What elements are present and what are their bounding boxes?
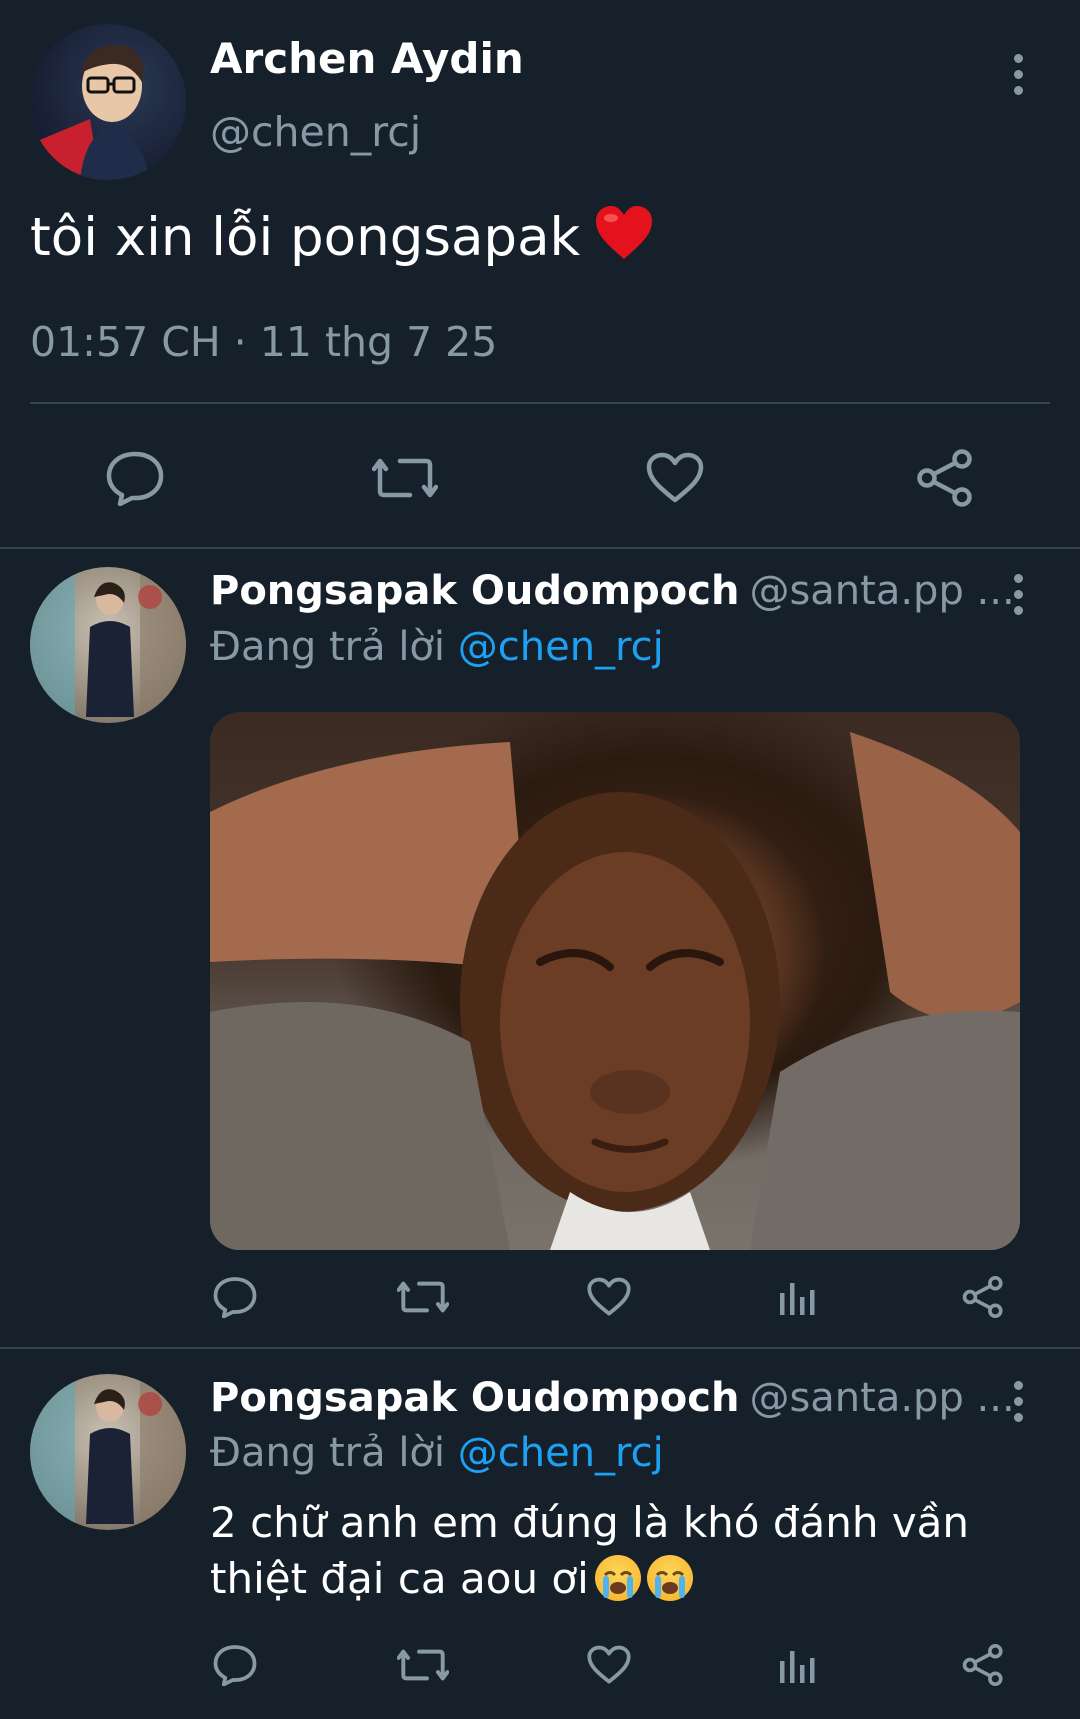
- reply-author-line: Pongsapak Oudompoch @santa.pp ...: [210, 1375, 1015, 1421]
- reply-text: 2 chữ anh em đúng là khó đánh vần thiệt …: [210, 1495, 1030, 1607]
- like-icon[interactable]: [584, 1272, 634, 1322]
- share-icon[interactable]: [958, 1640, 1008, 1690]
- replying-prefix: Đang trả lời: [210, 1430, 446, 1476]
- share-icon[interactable]: [958, 1272, 1008, 1322]
- retweet-icon[interactable]: [396, 1640, 450, 1690]
- tweet-timestamp[interactable]: 01:57 CH · 11 thg 7 25: [30, 318, 497, 366]
- mention-link[interactable]: @chen_rcj: [458, 1430, 664, 1476]
- reply-author-handle[interactable]: @santa.pp ...: [749, 568, 1014, 614]
- reply-author-name[interactable]: Pongsapak Oudompoch: [210, 568, 739, 614]
- author-name[interactable]: Archen Aydin: [210, 34, 524, 83]
- reply-author-avatar[interactable]: [30, 567, 186, 723]
- like-icon[interactable]: [584, 1640, 634, 1690]
- reply-icon[interactable]: [100, 443, 170, 513]
- reply-text-line: 2 chữ anh em đúng là khó đánh vần: [210, 1498, 970, 1547]
- replying-to: Đang trả lời @chen_rcj: [210, 624, 664, 670]
- reply-author-name[interactable]: Pongsapak Oudompoch: [210, 1375, 739, 1421]
- reply-text-line-content: thiệt đại ca aou ơi: [210, 1554, 589, 1603]
- reply-author-handle[interactable]: @santa.pp ...: [749, 1375, 1014, 1421]
- reply-icon[interactable]: [210, 1640, 260, 1690]
- divider: [0, 547, 1080, 549]
- crying-face-emoji-icon: [594, 1555, 641, 1601]
- author-avatar[interactable]: [30, 24, 186, 180]
- crying-face-emoji-icon: [646, 1555, 693, 1601]
- replying-prefix: Đang trả lời: [210, 624, 446, 670]
- tweet-text: tôi xin lỗi pongsapak: [30, 205, 654, 268]
- retweet-icon[interactable]: [396, 1272, 450, 1322]
- author-handle[interactable]: @chen_rcj: [210, 108, 421, 156]
- replying-to: Đang trả lời @chen_rcj: [210, 1430, 664, 1476]
- like-icon[interactable]: [640, 443, 710, 513]
- more-options-icon[interactable]: [998, 44, 1038, 104]
- red-heart-emoji-icon: [594, 205, 654, 261]
- reply-icon[interactable]: [210, 1272, 260, 1322]
- analytics-icon[interactable]: [772, 1272, 822, 1322]
- more-options-icon[interactable]: [998, 564, 1038, 624]
- reply-author-line: Pongsapak Oudompoch @santa.pp ...: [210, 568, 1015, 614]
- reply-media-image[interactable]: [210, 712, 1020, 1250]
- reply-author-avatar[interactable]: [30, 1374, 186, 1530]
- analytics-icon[interactable]: [772, 1640, 822, 1690]
- tweet-text-content: tôi xin lỗi pongsapak: [30, 207, 581, 268]
- share-icon[interactable]: [910, 443, 980, 513]
- mention-link[interactable]: @chen_rcj: [458, 624, 664, 670]
- divider: [30, 402, 1050, 404]
- more-options-icon[interactable]: [998, 1371, 1038, 1431]
- retweet-icon[interactable]: [370, 443, 440, 513]
- divider: [0, 1347, 1080, 1349]
- reply-text-line-2: thiệt đại ca aou ơi: [210, 1551, 1030, 1607]
